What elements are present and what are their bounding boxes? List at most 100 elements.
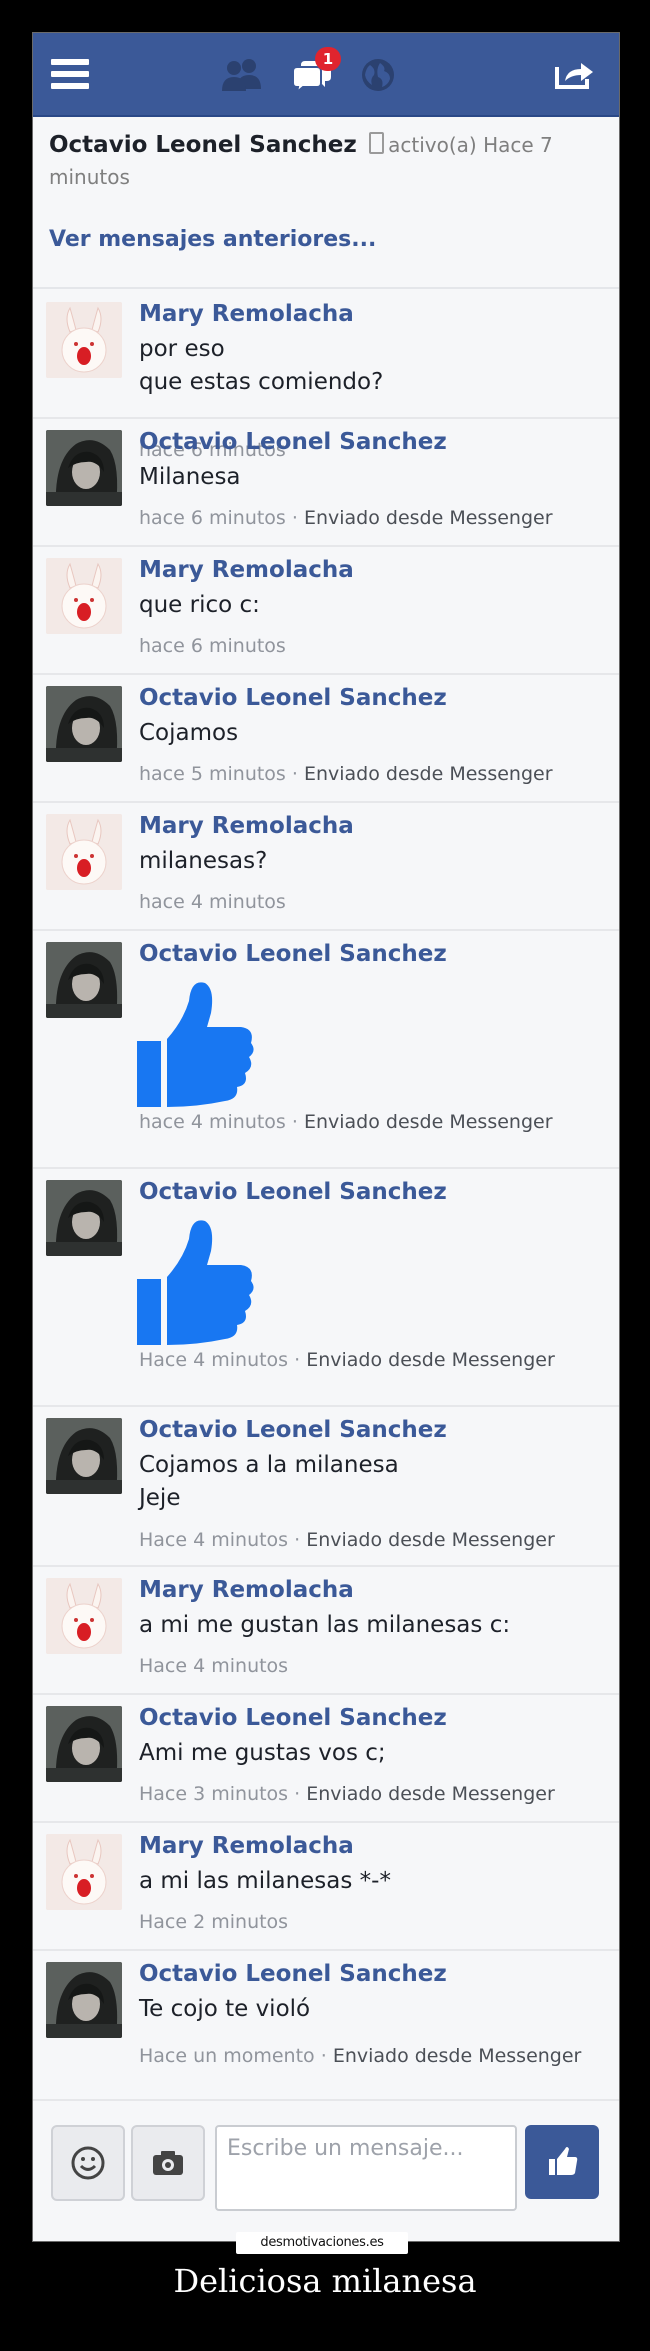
sender-name[interactable]: Octavio Leonel Sanchez bbox=[139, 1705, 447, 1731]
timestamp: hace 4 minutos bbox=[139, 1111, 286, 1133]
meta-separator: · bbox=[314, 2045, 333, 2067]
sender-name[interactable]: Mary Remolacha bbox=[139, 557, 354, 583]
watermark: desmotivaciones.es bbox=[236, 2232, 408, 2254]
messenger-window: 1 Octavio Leonel Sanchez activo(a) Hace … bbox=[32, 32, 620, 2242]
sent-via-messenger: Enviado desde Messenger bbox=[303, 763, 553, 785]
share-icon[interactable] bbox=[553, 57, 595, 91]
sender-name[interactable]: Mary Remolacha bbox=[139, 813, 354, 839]
message-meta: Hace 4 minutos · Enviado desde Messenger bbox=[139, 1529, 555, 1551]
message-row: Octavio Leonel Sanchez Milanesa hace 6 min… bbox=[33, 417, 619, 547]
menu-icon[interactable] bbox=[51, 57, 89, 91]
message-row: Mary Remolacha a mi las milanesas *-* Hace… bbox=[33, 1821, 619, 1951]
message-text: milanesas? bbox=[139, 848, 268, 874]
avatar[interactable] bbox=[46, 302, 122, 378]
message-meta: Hace 2 minutos bbox=[139, 1911, 288, 1933]
sent-via-messenger: Enviado desde Messenger bbox=[306, 1783, 555, 1805]
message-meta: hace 5 minutos · Enviado desde Messenger bbox=[139, 763, 553, 785]
message-meta: hace 4 minutos bbox=[139, 891, 286, 913]
avatar[interactable] bbox=[46, 1418, 122, 1494]
contact-status-line: Octavio Leonel Sanchez activo(a) Hace 7 … bbox=[49, 129, 589, 193]
emoji-button[interactable] bbox=[51, 2125, 125, 2201]
meta-separator: · bbox=[288, 1349, 307, 1371]
sender-name[interactable]: Mary Remolacha bbox=[139, 1577, 354, 1603]
message-text: Cojamos a la milanesa Jeje bbox=[139, 1452, 399, 1511]
avatar[interactable] bbox=[46, 558, 122, 634]
message-meta: Hace 3 minutos · Enviado desde Messenger bbox=[139, 1783, 555, 1805]
message-row: Octavio Leonel Sanchez Ami me gustas vos … bbox=[33, 1693, 619, 1823]
avatar[interactable] bbox=[46, 686, 122, 762]
timestamp: hace 4 minutos bbox=[139, 891, 286, 913]
timestamp: hace 6 minutos bbox=[139, 507, 286, 529]
contact-name[interactable]: Octavio Leonel Sanchez bbox=[49, 132, 357, 158]
meta-separator: · bbox=[288, 1529, 307, 1551]
sender-name[interactable]: Octavio Leonel Sanchez bbox=[139, 1179, 447, 1205]
thumbs-up-icon bbox=[137, 1215, 257, 1345]
timestamp: Hace 4 minutos bbox=[139, 1529, 289, 1551]
notification-badge: 1 bbox=[315, 47, 341, 71]
message-row: Octavio Leonel Sanchez Hace 4 minutos · E… bbox=[33, 1167, 619, 1407]
avatar[interactable] bbox=[46, 1834, 122, 1910]
message-text: que rico c: bbox=[139, 592, 260, 618]
timestamp: hace 5 minutos bbox=[139, 763, 286, 785]
avatar[interactable] bbox=[46, 814, 122, 890]
timestamp: Hace 2 minutos bbox=[139, 1911, 289, 1933]
sender-name[interactable]: Mary Remolacha bbox=[139, 301, 354, 327]
older-messages-link[interactable]: Ver mensajes anteriores... bbox=[49, 227, 376, 252]
messages-icon[interactable]: 1 bbox=[291, 47, 341, 95]
sent-via-messenger: Enviado desde Messenger bbox=[306, 1349, 555, 1371]
message-meta: hace 4 minutos · Enviado desde Messenger bbox=[139, 1111, 553, 1133]
timestamp: Hace 3 minutos bbox=[139, 1783, 289, 1805]
timestamp: Hace 4 minutos bbox=[139, 1349, 289, 1371]
sender-name[interactable]: Octavio Leonel Sanchez bbox=[139, 941, 447, 967]
message-composer bbox=[33, 2103, 619, 2241]
sender-name[interactable]: Octavio Leonel Sanchez bbox=[139, 1961, 447, 1987]
message-row: Mary Remolacha que rico c: hace 6 minutos bbox=[33, 545, 619, 675]
message-row: Octavio Leonel Sanchez hace 4 minutos · E… bbox=[33, 929, 619, 1169]
message-text: a mi las milanesas *-* bbox=[139, 1868, 391, 1894]
message-meta: hace 6 minutos bbox=[139, 635, 286, 657]
message-row: Octavio Leonel Sanchez Te cojo te violó Ha… bbox=[33, 1949, 619, 2101]
sender-name[interactable]: Octavio Leonel Sanchez bbox=[139, 429, 447, 455]
sender-name[interactable]: Octavio Leonel Sanchez bbox=[139, 1417, 447, 1443]
message-row: Mary Remolacha a mi me gustan las milanes… bbox=[33, 1565, 619, 1695]
message-input[interactable] bbox=[225, 2135, 509, 2162]
message-row: Octavio Leonel Sanchez Cojamos a la milan… bbox=[33, 1405, 619, 1567]
camera-button[interactable] bbox=[131, 2125, 205, 2201]
message-meta: hace 6 minutos · Enviado desde Messenger bbox=[139, 507, 553, 529]
globe-icon[interactable] bbox=[360, 57, 396, 91]
sender-name[interactable]: Mary Remolacha bbox=[139, 1833, 354, 1859]
message-text: Milanesa bbox=[139, 464, 241, 490]
meta-separator: · bbox=[288, 1783, 307, 1805]
message-meta: Hace un momento · Enviado desde Messenge… bbox=[139, 2045, 581, 2067]
thumbs-up-icon bbox=[137, 977, 257, 1107]
meta-separator: · bbox=[285, 507, 304, 529]
message-meta: Hace 4 minutos bbox=[139, 1655, 288, 1677]
sent-via-messenger: Enviado desde Messenger bbox=[306, 1529, 555, 1551]
sent-via-messenger: Enviado desde Messenger bbox=[303, 507, 553, 529]
meta-separator: · bbox=[285, 1111, 304, 1133]
friends-icon[interactable] bbox=[219, 57, 265, 91]
sent-via-messenger: Enviado desde Messenger bbox=[303, 1111, 553, 1133]
message-row: Mary Remolacha milanesas? hace 4 minutos bbox=[33, 801, 619, 931]
avatar[interactable] bbox=[46, 430, 122, 506]
like-send-icon bbox=[549, 2147, 578, 2175]
camera-icon bbox=[153, 2151, 183, 2175]
avatar[interactable] bbox=[46, 942, 122, 1018]
top-navigation-bar: 1 bbox=[33, 33, 619, 117]
avatar[interactable] bbox=[46, 1578, 122, 1654]
avatar[interactable] bbox=[46, 1706, 122, 1782]
mobile-phone-icon bbox=[369, 132, 385, 154]
meta-separator: · bbox=[285, 763, 304, 785]
timestamp: Hace 4 minutos bbox=[139, 1655, 289, 1677]
message-text: a mi me gustan las milanesas c: bbox=[139, 1612, 511, 1638]
message-text: por eso que estas comiendo? bbox=[139, 336, 384, 395]
poster-caption: Deliciosa milanesa bbox=[173, 2262, 477, 2300]
like-send-button[interactable] bbox=[525, 2125, 599, 2199]
message-row: Mary Remolacha por eso que estas comiendo… bbox=[33, 289, 619, 461]
avatar[interactable] bbox=[46, 1180, 122, 1256]
message-text: Cojamos bbox=[139, 720, 239, 746]
timestamp: Hace un momento bbox=[139, 2045, 315, 2067]
avatar[interactable] bbox=[46, 1962, 122, 2038]
sender-name[interactable]: Octavio Leonel Sanchez bbox=[139, 685, 447, 711]
message-text: Te cojo te violó bbox=[139, 1996, 311, 2022]
